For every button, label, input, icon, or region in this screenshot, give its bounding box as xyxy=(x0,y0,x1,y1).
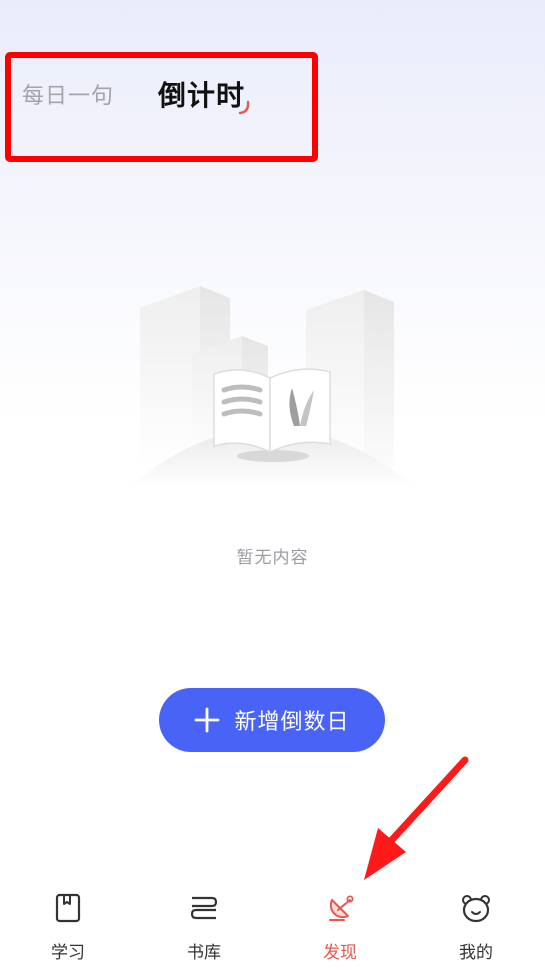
book-icon xyxy=(55,893,81,923)
nav-item-mine[interactable]: 我的 xyxy=(408,880,544,970)
bear-face-icon xyxy=(462,895,490,923)
nav-item-discover[interactable]: 发现 xyxy=(272,880,408,970)
discover-icon xyxy=(329,895,354,921)
nav-item-study[interactable]: 学习 xyxy=(0,880,136,970)
library-icon xyxy=(190,896,218,920)
active-tab-indicator xyxy=(238,100,250,115)
add-countdown-label: 新增倒数日 xyxy=(234,710,350,735)
nav-label-mine: 我的 xyxy=(459,943,493,963)
empty-box-icon xyxy=(128,286,418,488)
add-countdown-button[interactable]: 新增倒数日 xyxy=(159,688,385,752)
plus-icon xyxy=(195,707,220,733)
annotation-arrow xyxy=(364,756,469,880)
empty-state-message: 暂无内容 xyxy=(236,548,309,568)
tab-daily-sentence[interactable]: 每日一句 xyxy=(22,78,114,110)
nav-label-library: 书库 xyxy=(187,943,221,963)
nav-label-discover: 发现 xyxy=(323,943,357,963)
header-tabs: 每日一句 倒计时 xyxy=(0,60,545,130)
nav-label-study: 学习 xyxy=(51,943,85,963)
bottom-nav: 学习 书库 发现 我的 xyxy=(0,880,545,970)
tab-countdown[interactable]: 倒计时 xyxy=(158,74,245,114)
nav-item-library[interactable]: 书库 xyxy=(136,880,272,970)
